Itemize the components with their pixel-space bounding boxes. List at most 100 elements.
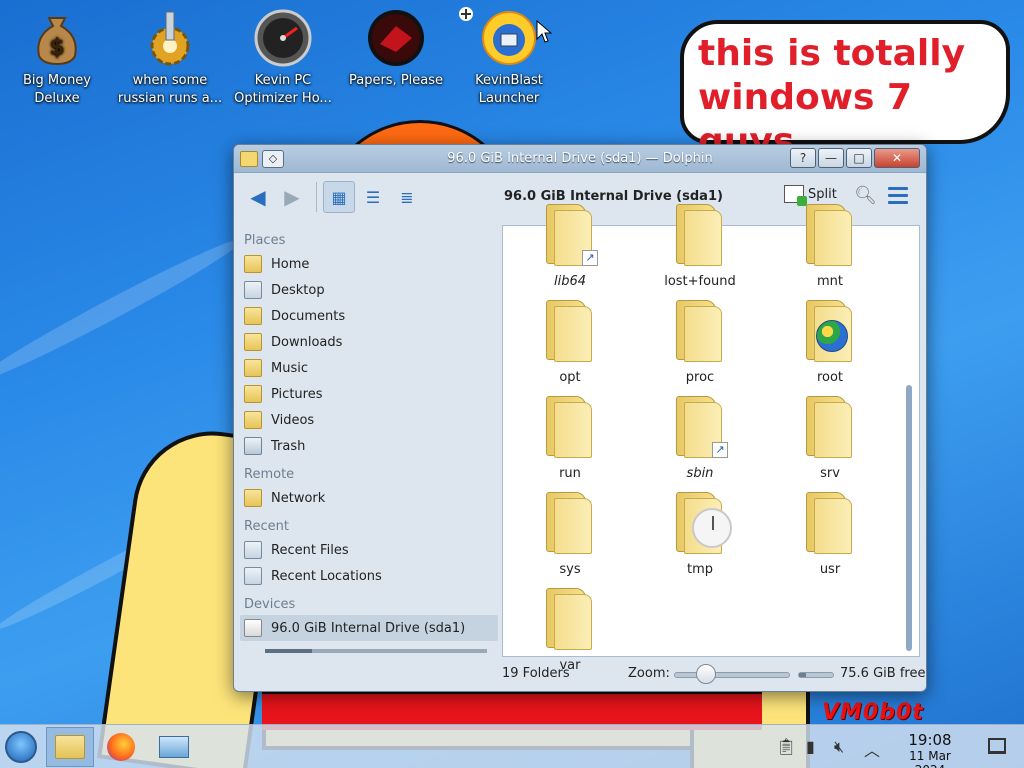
free-space-label: 75.6 GiB free [840, 666, 926, 681]
icons-view-button[interactable]: ▦ [323, 181, 355, 213]
sidebar-item-home[interactable]: Home [240, 251, 498, 277]
show-desktop-button[interactable] [988, 738, 1006, 754]
folder-item-usr[interactable]: usr [765, 492, 895, 577]
taskbar-system-settings[interactable] [150, 727, 198, 767]
sidebar-item-internal-drive[interactable]: 96.0 GiB Internal Drive (sda1) [240, 615, 498, 641]
videos-folder-icon [244, 411, 262, 429]
sidebar-item-trash[interactable]: Trash [240, 433, 498, 459]
battery-icon[interactable]: ▮ [806, 737, 815, 756]
sidebar-item-label: Pictures [271, 386, 323, 402]
folder-item-srv[interactable]: srv [765, 396, 895, 481]
file-view[interactable]: ↗ lib64 lost+found mnt opt proc root run ↗ sbin sr… [502, 204, 920, 673]
desktop-icon-big-money[interactable]: $ Big Money Deluxe [2, 8, 112, 108]
help-button[interactable]: ? [790, 148, 816, 168]
hard-drive-icon [244, 619, 262, 637]
wallpaper-signature: VM0b0t [822, 700, 924, 725]
close-button[interactable]: ✕ [874, 148, 920, 168]
clock[interactable]: 19:08 11 Mar 2024 [892, 731, 968, 768]
folder-item-root[interactable]: root [765, 300, 895, 385]
sidebar-item-label: Music [271, 360, 308, 376]
clipboard-icon[interactable]: 📋︎ [776, 737, 796, 756]
grid-view-icon: ▦ [331, 187, 347, 207]
folder-item-lost-found[interactable]: lost+found [635, 204, 765, 289]
folder-item-mnt[interactable]: mnt [765, 204, 895, 289]
folder-item-tmp[interactable]: tmp [635, 492, 765, 577]
speedometer-icon [254, 9, 312, 67]
desktop-icon-label: Papers, Please [348, 73, 444, 88]
folder-count: 19 Folders [502, 666, 570, 681]
sidebar-item-documents[interactable]: Documents [240, 303, 498, 329]
window-menu-button[interactable]: ◇ [262, 149, 284, 168]
sidebar-item-desktop[interactable]: Desktop [240, 277, 498, 303]
folder-item-proc[interactable]: proc [635, 300, 765, 385]
recent-files-icon [244, 541, 262, 559]
folder-icon [804, 300, 856, 364]
symlink-icon: ↗ [582, 250, 598, 266]
folder-name: proc [685, 370, 715, 385]
sidebar-item-recent-files[interactable]: Recent Files [240, 537, 498, 563]
back-button[interactable]: ◀ [242, 181, 274, 213]
folder-icon [674, 204, 726, 268]
taskbar-dolphin[interactable] [46, 727, 94, 767]
clock-date: 11 Mar 2024 [909, 749, 951, 768]
money-bag-icon: $ [37, 17, 77, 66]
split-icon [784, 185, 807, 206]
chevron-up-icon[interactable]: ︿ [864, 737, 880, 761]
compact-view-button[interactable]: ☰ [357, 181, 389, 213]
free-space-fill [799, 673, 807, 677]
vertical-scrollbar[interactable] [906, 385, 912, 651]
firefox-icon [107, 733, 135, 761]
recent-locations-icon [244, 567, 262, 585]
home-folder-icon [244, 255, 262, 273]
folder-name: usr [819, 562, 841, 577]
globe-icon [816, 320, 848, 352]
dolphin-window[interactable]: ◇ 96.0 GiB Internal Drive (sda1) — Dolph… [233, 144, 927, 692]
folder-item-sys[interactable]: sys [505, 492, 635, 577]
search-icon: 🔍︎ [854, 185, 877, 206]
disc-sun-icon [482, 11, 536, 65]
zoom-slider[interactable] [674, 672, 790, 678]
zoom-label: Zoom: [628, 666, 670, 681]
sidebar-item-label: Desktop [271, 282, 325, 298]
folder-item-opt[interactable]: opt [505, 300, 635, 385]
folder-icon: ↗ [674, 396, 728, 460]
sidebar-item-label: Documents [271, 308, 346, 324]
forward-button[interactable]: ▶ [276, 181, 308, 213]
status-bar: 19 Folders Zoom: 75.6 GiB free [234, 657, 926, 691]
maximize-button[interactable]: □ [846, 148, 872, 168]
folder-item-sbin[interactable]: ↗ sbin [635, 396, 765, 481]
remote-section-title: Remote [244, 467, 295, 482]
zoom-slider-handle[interactable] [695, 664, 716, 684]
folder-item-run[interactable]: run [505, 396, 635, 481]
desktop-icon-papers-please[interactable]: Papers, Please [341, 8, 451, 90]
places-panel: Places Home Desktop Documents Downloads … [240, 225, 498, 655]
folder-item-lib64[interactable]: ↗ lib64 [505, 204, 635, 289]
start-button[interactable] [5, 731, 37, 763]
folder-name: run [559, 466, 581, 481]
taskbar-firefox[interactable] [97, 727, 145, 767]
folder-icon [240, 150, 258, 167]
list-view-icon: ☰ [365, 187, 381, 207]
desktop-icon-label: Big Money Deluxe [22, 73, 91, 106]
sidebar-item-downloads[interactable]: Downloads [240, 329, 498, 355]
arrow-right-icon: ▶ [284, 185, 300, 209]
sidebar-item-music[interactable]: Music [240, 355, 498, 381]
symlink-icon: ↗ [712, 442, 728, 458]
sidebar-item-pictures[interactable]: Pictures [240, 381, 498, 407]
details-view-button[interactable]: ≣ [391, 181, 423, 213]
search-button[interactable]: 🔍︎ [854, 185, 877, 206]
minimize-button[interactable]: — [818, 148, 844, 168]
folder-icon [804, 204, 856, 268]
folder-icon [674, 492, 732, 556]
places-section-title: Places [244, 233, 286, 248]
desktop-icon-optimizer[interactable]: Kevin PC Optimizer Ho... [228, 8, 338, 108]
sidebar-item-network[interactable]: Network [240, 485, 498, 511]
window-titlebar[interactable]: ◇ 96.0 GiB Internal Drive (sda1) — Dolph… [234, 145, 926, 173]
desktop-icon-russian[interactable]: when some russian runs a... [115, 8, 225, 108]
sidebar-item-label: Downloads [271, 334, 343, 350]
desktop-icon-label: when some russian runs a... [117, 73, 223, 106]
sidebar-item-videos[interactable]: Videos [240, 407, 498, 433]
volume-muted-icon[interactable]: 🔇︎ [834, 737, 844, 757]
split-button[interactable]: Split [784, 185, 837, 206]
sidebar-item-recent-locations[interactable]: Recent Locations [240, 563, 498, 589]
